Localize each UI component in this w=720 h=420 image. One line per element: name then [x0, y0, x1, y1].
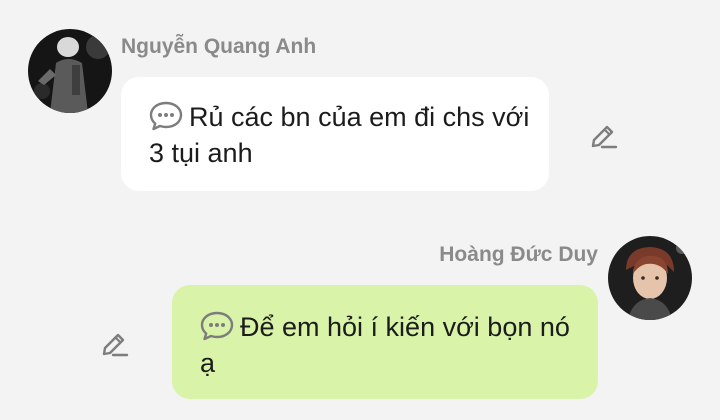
sender-name: Hoàng Đức Duy — [439, 243, 598, 266]
message-text: Để em hỏi í kiến với bọn nó ạ — [200, 312, 570, 378]
avatar-photo — [28, 29, 112, 113]
avatar-nguyen-quang-anh[interactable] — [28, 29, 112, 113]
speech-bubble-icon — [149, 101, 183, 131]
message-bubble-outgoing[interactable]: Để em hỏi í kiến với bọn nó ạ — [172, 285, 598, 399]
sender-name: Nguyễn Quang Anh — [121, 35, 317, 58]
avatar-hoang-duc-duy[interactable] — [608, 236, 692, 320]
avatar-photo — [608, 236, 692, 320]
edit-pencil-icon[interactable] — [100, 328, 130, 358]
message-text: Rủ các bn của em đi chs với 3 tụi anh — [149, 102, 530, 168]
edit-pencil-icon[interactable] — [589, 120, 619, 150]
message-bubble-incoming[interactable]: Rủ các bn của em đi chs với 3 tụi anh — [121, 77, 549, 191]
speech-bubble-icon — [200, 311, 234, 341]
